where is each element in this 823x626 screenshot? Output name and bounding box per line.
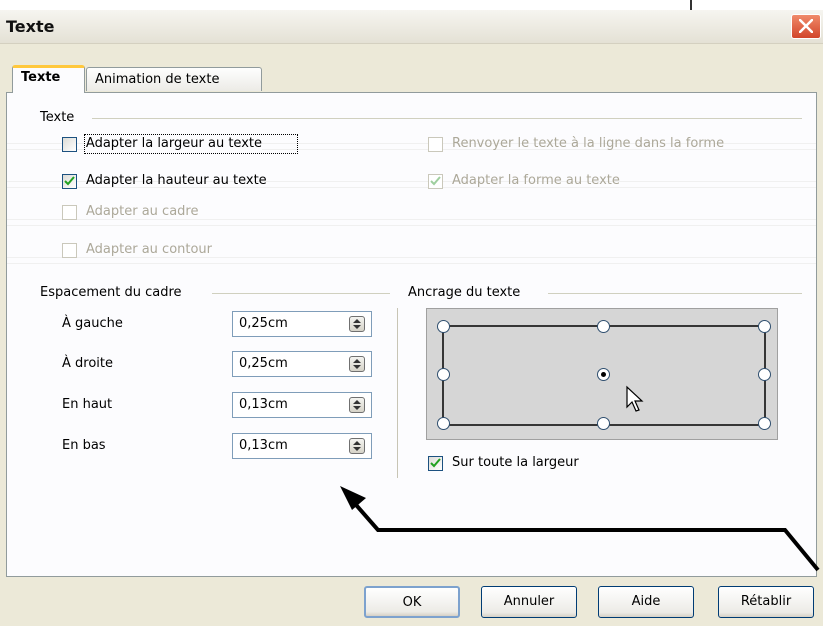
fit-contour-checkbox[interactable] [62,243,77,258]
dialog-title: Texte [6,17,55,36]
full-width-label: Sur toute la largeur [452,455,579,470]
anchor-group-title: Ancrage du texte [408,285,521,300]
spin-arrows-icon[interactable] [349,356,365,372]
right-spacing-label: À droite [62,356,113,371]
spin-arrows-icon[interactable] [349,397,365,413]
close-button[interactable] [791,14,821,39]
spin-arrows-icon[interactable] [349,438,365,454]
anchor-center-radio[interactable] [597,368,610,381]
bottom-spacing-label: En bas [62,438,106,453]
top-spacing-value: 0,13cm [239,397,288,412]
spacing-group-title: Espacement du cadre [40,285,182,300]
top-spacing-spinner[interactable]: 0,13cm [232,392,372,418]
right-spacing-value: 0,25cm [239,356,288,371]
resize-shape-label: Adapter la forme au texte [452,173,620,188]
radio-dot-icon [601,372,606,377]
group-separator [548,293,802,294]
focus-indicator [84,134,298,154]
cancel-button[interactable]: Annuler [481,586,577,618]
anchor-bottom-right-radio[interactable] [758,417,771,430]
bottom-spacing-value: 0,13cm [239,438,288,453]
anchor-top-left-radio[interactable] [437,320,450,333]
checkmark-icon [64,176,75,186]
full-width-checkbox[interactable] [428,456,443,471]
resize-shape-checkbox[interactable] [428,174,443,189]
group-separator [212,293,390,294]
anchor-middle-right-radio[interactable] [758,368,771,381]
reset-button[interactable]: Rétablir [718,586,814,618]
group-divider [397,308,398,478]
tab-animation-label: Animation de texte [95,72,220,87]
text-group-title: Texte [40,110,75,125]
tab-texte-label: Texte [21,70,61,85]
checkmark-icon [430,176,441,186]
word-wrap-label: Renvoyer le texte à la ligne dans la for… [452,136,725,151]
left-spacing-value: 0,25cm [239,316,288,331]
fit-frame-checkbox[interactable] [62,205,77,220]
checkmark-icon [430,458,441,468]
anchor-bottom-center-radio[interactable] [597,417,610,430]
anchor-bottom-left-radio[interactable] [437,417,450,430]
close-icon [799,19,813,33]
anchor-selector [426,308,778,440]
anchor-middle-left-radio[interactable] [437,368,450,381]
tab-animation-de-texte[interactable]: Animation de texte [86,67,262,91]
anchor-top-center-radio[interactable] [597,320,610,333]
bottom-spacing-spinner[interactable]: 0,13cm [232,433,372,459]
fit-height-checkbox[interactable] [62,174,77,189]
top-spacing-label: En haut [62,397,113,412]
left-spacing-label: À gauche [62,316,123,331]
title-bar: Texte [0,10,823,44]
left-spacing-spinner[interactable]: 0,25cm [232,311,372,337]
mouse-cursor-icon [626,385,644,412]
ok-button[interactable]: OK [364,586,460,618]
help-button[interactable]: Aide [598,586,694,618]
anchor-top-right-radio[interactable] [758,320,771,333]
fit-height-label: Adapter la hauteur au texte [86,173,267,188]
fit-contour-label: Adapter au contour [86,242,213,257]
fit-width-checkbox[interactable] [62,137,77,152]
word-wrap-checkbox[interactable] [428,137,443,152]
right-spacing-spinner[interactable]: 0,25cm [232,351,372,377]
spin-arrows-icon[interactable] [349,316,365,332]
group-separator [92,118,802,119]
fit-frame-label: Adapter au cadre [86,204,199,219]
tab-texte[interactable]: Texte [12,65,85,93]
